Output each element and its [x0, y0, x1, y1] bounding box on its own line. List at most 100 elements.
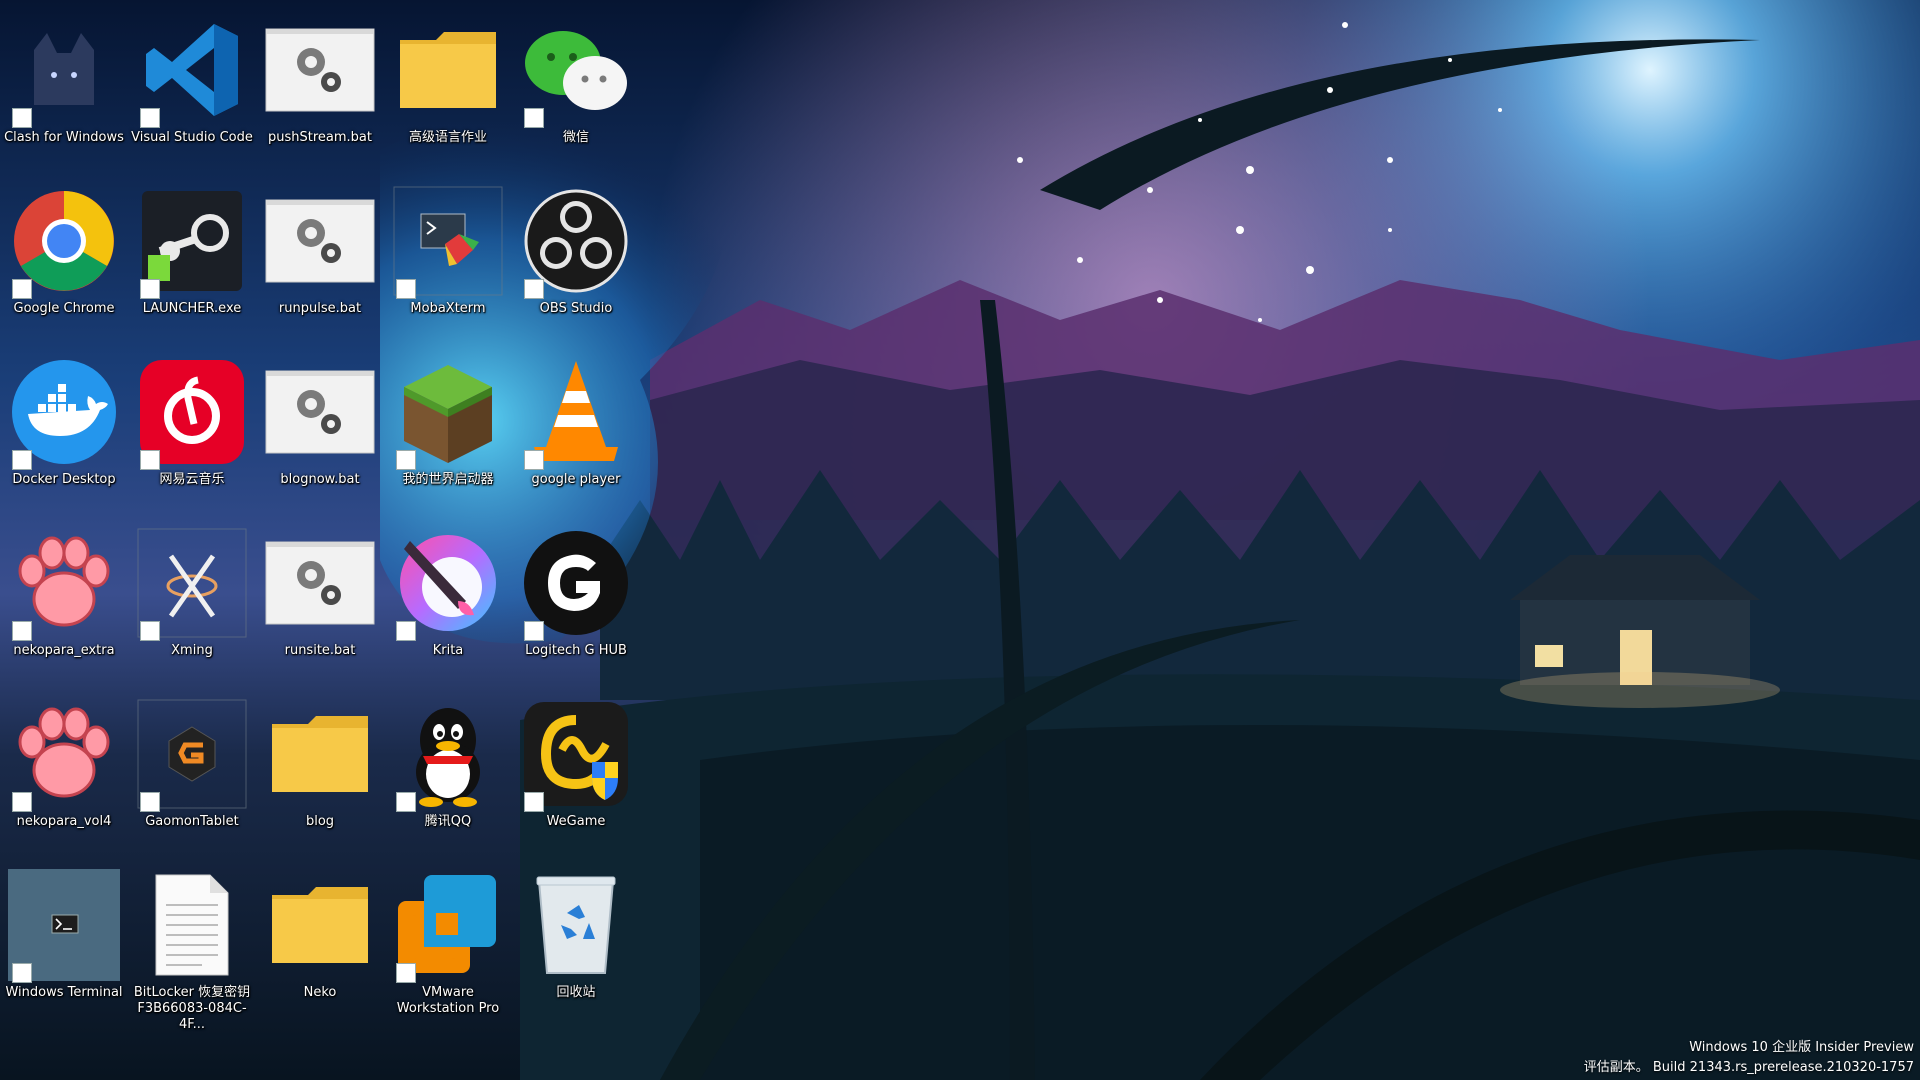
desktop-shortcut-clash[interactable]: Clash for Windows	[0, 10, 128, 181]
desktop-shortcut-google-player[interactable]: google player	[512, 352, 640, 523]
desktop-icon-label: Krita	[432, 643, 464, 658]
shortcut-arrow-icon	[524, 279, 544, 299]
shortcut-arrow-icon	[524, 792, 544, 812]
obs-icon	[524, 189, 628, 293]
desktop-icon-label: Windows Terminal	[5, 985, 123, 1000]
desktop-icon-label: Xming	[171, 643, 213, 658]
desktop-icon-label: 微信	[562, 130, 589, 145]
shortcut-arrow-icon	[524, 108, 544, 128]
desktop-file-pushstream-bat[interactable]: pushStream.bat	[256, 10, 384, 181]
shortcut-arrow-icon	[12, 963, 32, 983]
desktop-icon-label: blog	[305, 814, 335, 829]
shortcut-arrow-icon	[396, 279, 416, 299]
desktop-shortcut-windows-terminal[interactable]: Windows Terminal	[0, 865, 128, 1036]
shortcut-arrow-icon	[396, 450, 416, 470]
clash-cat-icon	[34, 33, 94, 105]
desktop-shortcut-logitech-ghub[interactable]: Logitech G HUB	[512, 523, 640, 694]
desktop-shortcut-netease-music[interactable]: 网易云音乐	[128, 352, 256, 523]
folder-icon	[272, 887, 368, 963]
desktop-icon-label: google player	[531, 472, 621, 487]
folder-icon	[400, 32, 496, 108]
wechat-icon	[525, 31, 627, 110]
batch-file-icon	[265, 541, 375, 625]
desktop-icon-label: Neko	[303, 985, 337, 1000]
desktop-shortcut-gaomon[interactable]: GaomonTablet	[128, 694, 256, 865]
shortcut-arrow-icon	[140, 621, 160, 641]
shortcut-arrow-icon	[12, 450, 32, 470]
shortcut-arrow-icon	[396, 963, 416, 983]
desktop-icon-label: MobaXterm	[410, 301, 486, 316]
desktop-icon-label: 高级语言作业	[408, 130, 487, 145]
paw-icon	[18, 707, 110, 798]
desktop-icon-label: nekopara_extra	[13, 643, 115, 658]
desktop-icon-label: 腾讯QQ	[424, 814, 472, 829]
krita-icon	[400, 535, 496, 631]
desktop-icon-label: WeGame	[546, 814, 606, 829]
desktop-file-blognow-bat[interactable]: blognow.bat	[256, 352, 384, 523]
qq-penguin-icon	[416, 708, 480, 807]
desktop-folder-neko[interactable]: Neko	[256, 865, 384, 1036]
watermark-edition-text: Windows 10 企业版 Insider Preview	[1689, 1040, 1914, 1055]
desktop-file-bitlocker-key[interactable]: BitLocker 恢复密钥 F3B66083-084C-4F...	[128, 865, 256, 1036]
batch-file-icon	[265, 28, 375, 112]
desktop-file-runsite-bat[interactable]: runsite.bat	[256, 523, 384, 694]
desktop-folder-blog[interactable]: blog	[256, 694, 384, 865]
text-document-icon	[155, 874, 229, 976]
desktop-shortcut-docker[interactable]: Docker Desktop	[0, 352, 128, 523]
desktop-icon-label: Visual Studio Code	[131, 130, 253, 145]
desktop-icon-label: runpulse.bat	[278, 301, 362, 316]
shortcut-arrow-icon	[140, 450, 160, 470]
desktop-shortcut-chrome[interactable]: Google Chrome	[0, 181, 128, 352]
desktop-shortcut-wegame[interactable]: WeGame	[512, 694, 640, 865]
desktop-icon-label: Google Chrome	[13, 301, 115, 316]
shortcut-arrow-icon	[140, 279, 160, 299]
shortcut-arrow-icon	[524, 450, 544, 470]
desktop-icon-label: 回收站	[556, 985, 596, 1000]
batch-file-icon	[265, 199, 375, 283]
desktop-icon-label: VMware Workstation Pro	[396, 985, 500, 1016]
shortcut-arrow-icon	[12, 108, 32, 128]
desktop-shortcut-obs[interactable]: OBS Studio	[512, 181, 640, 352]
desktop-shortcut-mobaxterm[interactable]: MobaXterm	[384, 181, 512, 352]
vscode-icon	[146, 24, 238, 116]
folder-icon	[272, 716, 368, 792]
desktop-icon-label: Logitech G HUB	[525, 643, 627, 658]
desktop-shortcut-qq[interactable]: 腾讯QQ	[384, 694, 512, 865]
desktop-icon-label: GaomonTablet	[145, 814, 239, 829]
desktop-shortcut-nekopara-vol4[interactable]: nekopara_vol4	[0, 694, 128, 865]
watermark-build-text: 评估副本。 Build 21343.rs_prerelease.210320-1…	[1583, 1060, 1914, 1075]
desktop-shortcut-krita[interactable]: Krita	[384, 523, 512, 694]
desktop-icon-label: nekopara_vol4	[16, 814, 112, 829]
shortcut-arrow-icon	[140, 108, 160, 128]
desktop-shortcut-nekopara-extra[interactable]: nekopara_extra	[0, 523, 128, 694]
windows-evaluation-watermark: Windows 10 企业版 Insider Preview 评估副本。 Bui…	[1584, 1038, 1914, 1078]
desktop-icon-label: pushStream.bat	[268, 130, 372, 145]
desktop-icon-label: OBS Studio	[539, 301, 613, 316]
desktop-shortcut-wechat[interactable]: 微信	[512, 10, 640, 181]
steam-launcher-icon	[142, 191, 242, 291]
shortcut-arrow-icon	[12, 279, 32, 299]
batch-file-icon	[265, 370, 375, 454]
desktop-folder-homework[interactable]: 高级语言作业	[384, 10, 512, 181]
shortcut-arrow-icon	[524, 621, 544, 641]
desktop-shortcut-xming[interactable]: Xming	[128, 523, 256, 694]
desktop-icon-label: Docker Desktop	[12, 472, 116, 487]
desktop-shortcut-vscode[interactable]: Visual Studio Code	[128, 10, 256, 181]
desktop-icon-label: LAUNCHER.exe	[142, 301, 242, 316]
desktop-shortcut-launcher[interactable]: LAUNCHER.exe	[128, 181, 256, 352]
desktop-file-runpulse-bat[interactable]: runpulse.bat	[256, 181, 384, 352]
desktop-recycle-bin[interactable]: 回收站	[512, 865, 640, 1036]
shortcut-arrow-icon	[12, 621, 32, 641]
desktop-icon-label: runsite.bat	[284, 643, 356, 658]
shortcut-arrow-icon	[12, 792, 32, 812]
desktop-shortcut-vmware[interactable]: VMware Workstation Pro	[384, 865, 512, 1036]
desktop-icon-label: 网易云音乐	[159, 472, 225, 487]
desktop-icon-grid: Clash for Windows Visual Studio Code pus…	[0, 10, 640, 1036]
shortcut-arrow-icon	[396, 621, 416, 641]
recycle-bin-icon	[536, 876, 616, 974]
desktop-icon-label: blognow.bat	[280, 472, 360, 487]
shortcut-arrow-icon	[396, 792, 416, 812]
shortcut-arrow-icon	[140, 792, 160, 812]
paw-icon	[18, 536, 110, 627]
desktop-shortcut-minecraft[interactable]: 我的世界启动器	[384, 352, 512, 523]
